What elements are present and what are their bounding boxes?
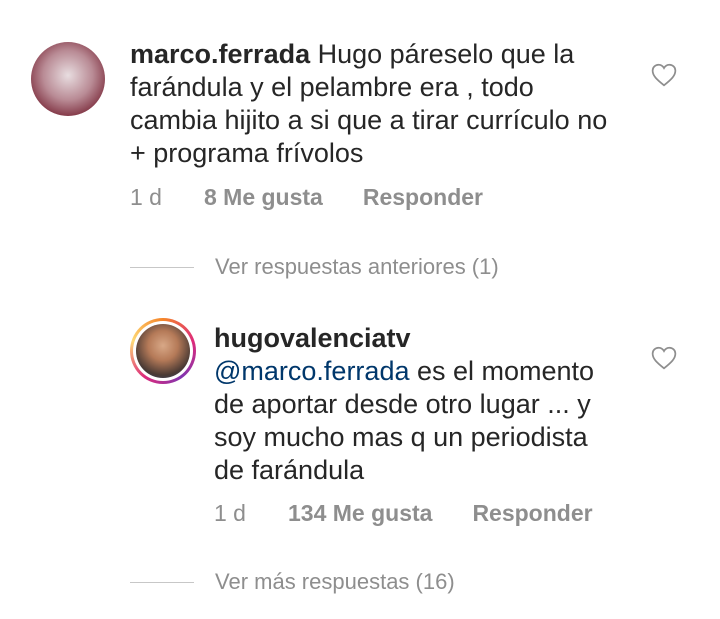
- view-previous-replies-label[interactable]: Ver respuestas anteriores (1): [215, 254, 499, 280]
- divider-line: [130, 581, 194, 583]
- like-heart-icon[interactable]: [651, 63, 677, 87]
- comment-likes[interactable]: 8 Me gusta: [204, 184, 323, 211]
- view-more-replies[interactable]: Ver más respuestas (16): [130, 569, 455, 595]
- view-previous-replies[interactable]: Ver respuestas anteriores (1): [130, 254, 499, 280]
- comment-meta: 1 d 8 Me gusta Responder: [130, 184, 483, 211]
- reply-body: hugovalenciatv @marco.ferrada es el mome…: [214, 322, 644, 487]
- reply-mention[interactable]: @marco.ferrada: [214, 356, 409, 386]
- avatar-story-ring: [133, 321, 193, 381]
- reply-text-line-4: de farándula: [214, 455, 365, 485]
- reply-time: 1 d: [214, 500, 246, 526]
- replier-avatar[interactable]: [130, 318, 196, 384]
- commenter-avatar[interactable]: [31, 42, 105, 116]
- reply-reply-button[interactable]: Responder: [472, 500, 592, 527]
- reply-text-line-2: de aportar desde otro lugar ... y: [214, 389, 591, 419]
- reply-text-line-3: soy mucho mas q un periodista: [214, 422, 588, 452]
- comment-reply-button[interactable]: Responder: [363, 184, 483, 211]
- comment-time: 1 d: [130, 184, 162, 210]
- replier-username[interactable]: hugovalenciatv: [214, 323, 411, 353]
- replier-avatar-photo: [136, 324, 190, 378]
- comment-text-line-3: cambia hijito a si que a tirar currículo…: [130, 105, 608, 135]
- comment-text-line-1: Hugo páreselo que la: [317, 39, 575, 69]
- reply-text-line-1: es el momento: [409, 356, 595, 386]
- comment-text-line-2: farándula y el pelambre era , todo: [130, 72, 534, 102]
- view-more-replies-label[interactable]: Ver más respuestas (16): [215, 569, 455, 595]
- comment-body: marco.ferrada Hugo páreselo que la farán…: [130, 38, 650, 170]
- comment-text-line-4: + programa frívolos: [130, 138, 364, 168]
- commenter-username[interactable]: marco.ferrada: [130, 39, 310, 69]
- reply-like-heart-icon[interactable]: [651, 346, 677, 370]
- reply-likes[interactable]: 134 Me gusta: [288, 500, 432, 527]
- divider-line: [130, 266, 194, 268]
- reply-meta: 1 d 134 Me gusta Responder: [214, 500, 593, 527]
